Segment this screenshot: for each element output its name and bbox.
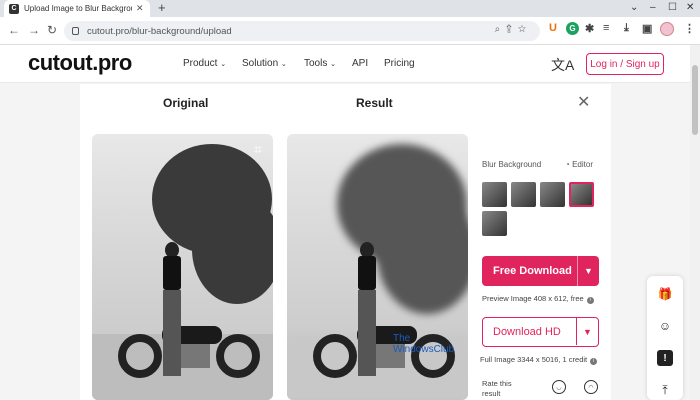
- editor-link[interactable]: ◔ Editor: [565, 160, 593, 169]
- blur-option-5[interactable]: [482, 211, 507, 236]
- chevron-down-icon[interactable]: ⌄: [630, 2, 638, 13]
- watermark-line2: WindowsClub: [393, 344, 455, 355]
- nav-product[interactable]: Product ⌄: [183, 58, 226, 69]
- address-bar-actions-icon[interactable]: ⌕⇪☆: [495, 24, 532, 35]
- result-image: The WindowsClub: [287, 134, 468, 400]
- login-signup-button[interactable]: Log in / Sign up: [586, 53, 664, 75]
- nav-solution[interactable]: Solution ⌄: [242, 58, 287, 69]
- nav-solution-label: Solution: [242, 58, 279, 69]
- browser-toolbar: ← → ↻ cutout.pro/blur-background/upload …: [0, 17, 700, 45]
- close-tab-icon[interactable]: ✕: [136, 3, 144, 14]
- info-icon[interactable]: i: [590, 358, 598, 365]
- tree: [377, 194, 468, 314]
- translate-icon[interactable]: 文A: [551, 55, 574, 75]
- frown-icon[interactable]: ◠: [584, 380, 598, 394]
- site-header: cutout.pro Product ⌄ Solution ⌄ Tools ⌄ …: [0, 45, 690, 83]
- back-icon[interactable]: ←: [8, 23, 20, 37]
- wheel: [313, 334, 357, 378]
- chevron-down-icon: ⌄: [220, 61, 227, 68]
- chevron-down-icon: ⌄: [330, 61, 337, 68]
- cutout-favicon-icon: C: [9, 3, 19, 14]
- info-icon[interactable]: i: [586, 297, 594, 304]
- chevron-down-icon: ⌄: [280, 61, 287, 68]
- full-info-text: Full Image 3344 x 5016, 1 credit: [480, 355, 588, 364]
- reload-icon[interactable]: ↻: [47, 23, 57, 37]
- person: [355, 242, 379, 382]
- blur-option-1[interactable]: [482, 182, 507, 207]
- menu-dots-icon[interactable]: ⋮: [684, 22, 695, 35]
- nav-api[interactable]: API: [352, 58, 368, 69]
- preview-info-text: Preview Image 408 x 612, free: [482, 294, 584, 303]
- full-info: Full Image 3344 x 5016, 1 credit i: [480, 355, 598, 365]
- wheel: [216, 334, 260, 378]
- legs: [163, 290, 181, 376]
- site-logo[interactable]: cutout.pro: [28, 50, 132, 76]
- torso: [163, 256, 181, 290]
- support-icon[interactable]: ☺: [657, 318, 673, 334]
- feedback-icon[interactable]: !: [657, 350, 673, 366]
- extension-u-icon[interactable]: U: [549, 22, 557, 34]
- editor-label: Editor: [572, 160, 593, 169]
- address-bar[interactable]: cutout.pro/blur-background/upload ⌕⇪☆: [64, 21, 540, 41]
- chevron-down-icon[interactable]: ▼: [577, 256, 599, 286]
- close-icon[interactable]: ✕: [577, 92, 590, 112]
- editor-icon: ◔: [565, 160, 570, 169]
- tab-title: Upload Image to Blur Background: [24, 4, 132, 13]
- person: [160, 242, 184, 382]
- tree: [192, 194, 273, 304]
- browser-tab-bar: C Upload Image to Blur Background ✕ + ⌄ …: [0, 0, 700, 17]
- legs: [358, 290, 376, 376]
- nav-product-label: Product: [183, 58, 218, 69]
- download-icon[interactable]: ⤓: [624, 22, 629, 35]
- window-close-icon[interactable]: ✕: [686, 2, 694, 13]
- chevron-down-icon[interactable]: ▼: [576, 318, 598, 345]
- original-title: Original: [163, 96, 209, 110]
- grammarly-icon[interactable]: G: [566, 22, 579, 35]
- scrollbar-thumb[interactable]: [692, 65, 698, 135]
- motorcycle: [110, 312, 260, 380]
- nav-pricing[interactable]: Pricing: [384, 58, 415, 69]
- profile-avatar[interactable]: [660, 22, 674, 36]
- blur-option-2[interactable]: [511, 182, 536, 207]
- torso: [358, 256, 376, 290]
- gift-icon[interactable]: 🎁: [657, 286, 673, 302]
- ext-list-icon[interactable]: ≡: [603, 22, 609, 34]
- free-download-label: Free Download: [493, 265, 572, 277]
- new-tab-button[interactable]: +: [158, 1, 166, 15]
- sidepanel-icon[interactable]: ▣: [642, 22, 652, 35]
- floating-toolbar: 🎁 ☺ ! ⤒: [647, 276, 683, 400]
- minimize-icon[interactable]: –: [650, 2, 656, 13]
- crop-icon[interactable]: ⌗: [249, 140, 267, 158]
- free-download-button[interactable]: Free Download ▼: [482, 256, 599, 286]
- original-image: ⌗: [92, 134, 273, 400]
- nav-tools[interactable]: Tools ⌄: [304, 58, 336, 69]
- url-text: cutout.pro/blur-background/upload: [87, 25, 232, 37]
- nav-tools-label: Tools: [304, 58, 328, 69]
- preview-info: Preview Image 408 x 612, free i: [482, 294, 594, 304]
- maximize-icon[interactable]: ☐: [668, 2, 677, 13]
- watermark-line1: The: [393, 333, 411, 344]
- scroll-top-icon[interactable]: ⤒: [657, 382, 673, 398]
- rate-label: Rate this result: [482, 379, 512, 398]
- forward-icon[interactable]: →: [28, 23, 40, 37]
- smile-icon[interactable]: ◡: [552, 380, 566, 394]
- download-hd-button[interactable]: Download HD ▼: [482, 317, 599, 347]
- wheel: [118, 334, 162, 378]
- editor-panel: Original Result ✕ ⌗ The WindowsClub Blur…: [80, 84, 611, 400]
- blur-option-3[interactable]: [540, 182, 565, 207]
- lock-icon: [72, 27, 79, 35]
- blur-background-label: Blur Background: [482, 160, 542, 169]
- watermark: The WindowsClub: [393, 333, 454, 355]
- page-scrollbar[interactable]: [690, 45, 700, 400]
- blur-option-4-selected[interactable]: [569, 182, 594, 207]
- result-title: Result: [356, 96, 393, 110]
- download-hd-label: Download HD: [493, 326, 561, 338]
- browser-tab[interactable]: C Upload Image to Blur Background ✕: [4, 0, 150, 17]
- ext-puzzle-icon[interactable]: ✱: [585, 22, 594, 35]
